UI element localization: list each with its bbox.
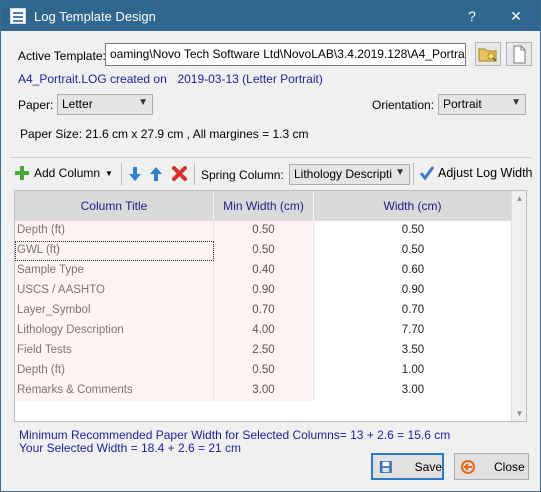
move-up-button[interactable]: [149, 166, 163, 185]
paper-select-value: Letter: [62, 97, 93, 111]
delete-x-icon: [172, 166, 187, 181]
paper-size-text: Paper Size: 21.6 cm x 27.9 cm , All marg…: [20, 127, 309, 141]
table-row[interactable]: Sample Type 0.40 0.60: [15, 261, 512, 281]
window-title: Log Template Design: [34, 8, 156, 24]
template-info-date: 2019-03-13 (Letter Portrait): [177, 72, 323, 86]
paper-label: Paper:: [18, 98, 54, 112]
cell-column-title[interactable]: Layer_Symbol: [15, 301, 214, 321]
adjust-log-width-button[interactable]: Adjust Log Width: [419, 165, 533, 181]
cell-width[interactable]: 0.90: [314, 281, 512, 301]
chevron-down-icon: ▼: [138, 97, 148, 108]
cell-column-title[interactable]: Depth (ft): [15, 361, 214, 381]
add-column-label: Add Column: [34, 166, 101, 180]
selected-width-summary: Your Selected Width = 18.4 + 2.6 = 21 cm: [19, 441, 242, 455]
cell-min-width[interactable]: 0.50: [214, 361, 314, 381]
table-row[interactable]: Lithology Description 4.00 7.70: [15, 321, 512, 341]
help-button[interactable]: ?: [455, 1, 489, 31]
exit-icon: [461, 459, 475, 474]
table-row[interactable]: Layer_Symbol 0.70 0.70: [15, 301, 512, 321]
cell-width[interactable]: 3.50: [314, 341, 512, 361]
cell-min-width[interactable]: 0.90: [214, 281, 314, 301]
cell-column-title[interactable]: Remarks & Comments: [15, 381, 214, 401]
orientation-select-value: Portrait: [443, 97, 482, 111]
cell-min-width[interactable]: 2.50: [214, 341, 314, 361]
cell-column-title[interactable]: GWL (ft): [15, 241, 214, 261]
save-button[interactable]: Save: [371, 453, 444, 480]
chevron-down-icon: ▼: [511, 97, 521, 108]
cell-column-title[interactable]: Depth (ft): [15, 221, 214, 241]
app-window-icon: [10, 8, 26, 24]
cell-min-width[interactable]: 3.00: [214, 381, 314, 401]
table-row[interactable]: GWL (ft) 0.50 0.50: [15, 241, 512, 261]
scroll-up-icon[interactable]: ▲: [512, 191, 526, 206]
toolbar-separator: [194, 163, 195, 185]
table-row[interactable]: Remarks & Comments 3.00 3.00: [15, 381, 512, 401]
columns-grid[interactable]: Column Title Min Width (cm) Width (cm) D…: [14, 190, 527, 422]
grid-rows: Depth (ft) 0.50 0.50 GWL (ft) 0.50 0.50 …: [15, 221, 512, 401]
arrow-up-icon: [150, 167, 162, 181]
scroll-down-icon[interactable]: ▼: [512, 406, 526, 421]
spring-column-value: Lithology Description: [294, 167, 406, 181]
open-folder-icon: [478, 48, 497, 62]
spring-column-label: Spring Column:: [201, 168, 284, 182]
min-width-summary: Minimum Recommended Paper Width for Sele…: [19, 428, 451, 442]
move-down-button[interactable]: [128, 166, 142, 185]
grid-header: Column Title Min Width (cm) Width (cm): [15, 191, 512, 221]
active-template-path-field[interactable]: oaming\Novo Tech Software Ltd\NovoLAB\3.…: [105, 43, 466, 66]
toolbar-divider: [10, 157, 532, 158]
close-label: Close: [494, 459, 525, 474]
checkmark-icon: [419, 166, 435, 181]
active-template-label: Active Template:: [18, 49, 106, 63]
cell-column-title[interactable]: Field Tests: [15, 341, 214, 361]
new-document-icon: [513, 45, 526, 64]
dropdown-arrow-icon: ▼: [105, 168, 113, 178]
table-row[interactable]: Field Tests 2.50 3.50: [15, 341, 512, 361]
table-row[interactable]: USCS / AASHTO 0.90 0.90: [15, 281, 512, 301]
cell-width[interactable]: 1.00: [314, 361, 512, 381]
close-button[interactable]: Close: [454, 453, 529, 480]
delete-column-button[interactable]: [171, 165, 188, 185]
cell-width[interactable]: 0.70: [314, 301, 512, 321]
add-icon: [15, 166, 29, 180]
cell-min-width[interactable]: 0.40: [214, 261, 314, 281]
vertical-scrollbar[interactable]: ▲ ▼: [511, 191, 526, 421]
cell-min-width[interactable]: 0.70: [214, 301, 314, 321]
arrow-down-icon: [129, 167, 141, 181]
window-close-button[interactable]: ✕: [499, 1, 533, 31]
cell-width[interactable]: 3.00: [314, 381, 512, 401]
header-width[interactable]: Width (cm): [314, 191, 512, 221]
orientation-select[interactable]: Portrait ▼: [438, 94, 526, 115]
spring-column-select[interactable]: Lithology Description ▼: [289, 164, 410, 185]
toolbar-separator: [121, 163, 122, 185]
cell-width[interactable]: 0.60: [314, 261, 512, 281]
cell-min-width[interactable]: 0.50: [214, 241, 314, 261]
toolbar-separator: [413, 163, 414, 185]
template-info: A4_Portrait.LOG created on 2019-03-13 (L…: [18, 72, 323, 86]
title-bar: Log Template Design ? ✕: [1, 1, 540, 31]
cell-column-title[interactable]: USCS / AASHTO: [15, 281, 214, 301]
template-info-name: A4_Portrait.LOG created on: [18, 72, 167, 86]
paper-select[interactable]: Letter ▼: [57, 94, 153, 115]
new-template-button[interactable]: [506, 42, 532, 66]
open-template-button[interactable]: [475, 42, 501, 66]
cell-width[interactable]: 0.50: [314, 221, 512, 241]
header-min-width[interactable]: Min Width (cm): [214, 191, 314, 221]
save-disk-icon: [379, 460, 392, 473]
table-row[interactable]: Depth (ft) 0.50 0.50: [15, 221, 512, 241]
log-template-dialog: Log Template Design ? ✕ Active Template:…: [0, 0, 541, 492]
cell-column-title[interactable]: Sample Type: [15, 261, 214, 281]
adjust-log-width-label: Adjust Log Width: [438, 166, 533, 180]
chevron-down-icon: ▼: [392, 167, 405, 178]
cell-width[interactable]: 7.70: [314, 321, 512, 341]
table-row[interactable]: Depth (ft) 0.50 1.00: [15, 361, 512, 381]
cell-column-title[interactable]: Lithology Description: [15, 321, 214, 341]
add-column-button[interactable]: Add Column ▼: [14, 165, 113, 181]
cell-width[interactable]: 0.50: [314, 241, 512, 261]
save-label: Save: [414, 459, 442, 474]
cell-min-width[interactable]: 4.00: [214, 321, 314, 341]
cell-min-width[interactable]: 0.50: [214, 221, 314, 241]
orientation-label: Orientation:: [372, 98, 435, 112]
header-column-title[interactable]: Column Title: [15, 191, 214, 221]
